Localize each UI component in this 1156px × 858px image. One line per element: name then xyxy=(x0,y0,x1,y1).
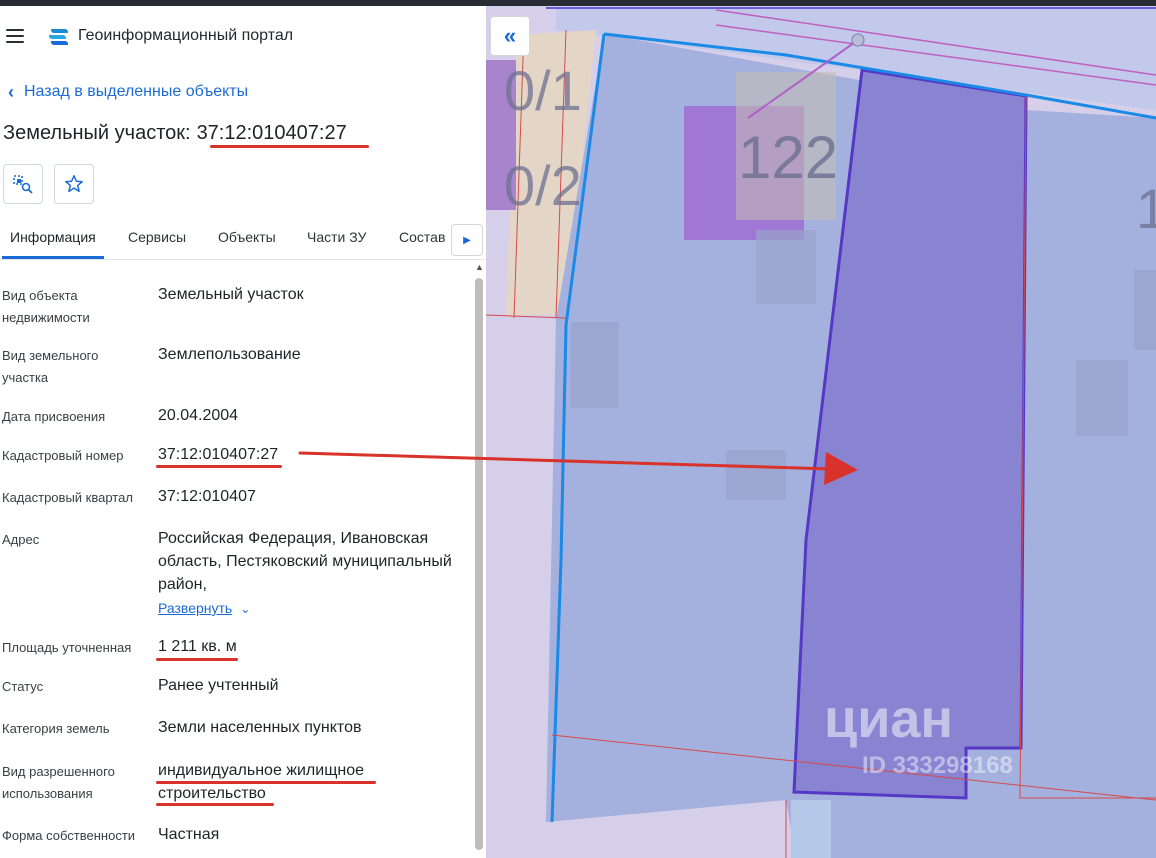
double-chevron-left-icon: « xyxy=(503,23,517,48)
field-value: 1 211 кв. м xyxy=(158,638,237,655)
select-zoom-icon xyxy=(13,175,33,194)
parcel-label: 1 xyxy=(1136,177,1156,240)
tabs-next-button[interactable]: ▶ xyxy=(451,224,483,256)
tab-composition[interactable]: Состав xyxy=(399,229,445,245)
info-sidebar: Геоинформационный портал ‹ Назад в выдел… xyxy=(0,0,486,858)
star-icon xyxy=(65,175,83,193)
field-label: Вид разрешенного использования xyxy=(2,764,115,801)
expand-link-label: Развернуть xyxy=(158,600,233,616)
annotation-underline xyxy=(156,781,376,784)
parcel-label: 122 xyxy=(738,124,838,191)
field-value: 37:12:010407:27 xyxy=(158,446,279,463)
field-value: Частная xyxy=(158,826,220,843)
portal-logo-icon xyxy=(49,29,68,45)
cadastral-map[interactable]: 0/1 0/2 122 1 « циан ID 333298168 xyxy=(486,0,1156,858)
object-type: Земельный участок: xyxy=(3,122,191,144)
back-link-label: Назад в выделенные объекты xyxy=(24,83,249,100)
tab-objects[interactable]: Объекты xyxy=(218,229,276,245)
expand-link[interactable]: Развернуть ⌄ xyxy=(158,600,250,618)
address-value: Российская Федерация, Ивановская область… xyxy=(158,530,452,593)
favorite-button[interactable] xyxy=(54,164,94,204)
tab-info[interactable]: Информация xyxy=(10,229,96,245)
back-link[interactable]: ‹ Назад в выделенные объекты xyxy=(8,83,248,101)
field-label: Площадь уточненная xyxy=(2,640,132,655)
menu-icon[interactable] xyxy=(6,29,24,43)
locate-on-map-button[interactable] xyxy=(3,164,43,204)
field-label: Дата присвоения xyxy=(2,409,106,424)
annotation-underline xyxy=(156,465,282,468)
collapse-sidebar-button[interactable]: « xyxy=(490,16,530,56)
chevron-down-icon: ⌄ xyxy=(240,602,251,616)
field-label: Адрес xyxy=(2,532,40,547)
scrollbar[interactable]: ▲ xyxy=(474,262,484,854)
scroll-thumb[interactable] xyxy=(475,278,483,850)
field-value: 37:12:010407 xyxy=(158,488,256,505)
field-value: Земельный участок xyxy=(158,286,304,303)
map-canvas: 0/1 0/2 122 1 xyxy=(486,0,1156,858)
annotation-underline xyxy=(156,803,274,806)
watermark: циан xyxy=(824,689,954,749)
parcel-label: 0/1 xyxy=(504,59,582,122)
field-label: Вид объекта недвижимости xyxy=(2,288,90,325)
browser-bookmarks-bar xyxy=(0,0,1156,6)
field-label: Кадастровый номер xyxy=(2,448,124,463)
portal-title: Геоинформационный портал xyxy=(78,27,294,44)
caret-right-icon: ▶ xyxy=(463,234,471,246)
field-label: Форма собственности xyxy=(2,828,136,843)
field-label: Вид земельного участка xyxy=(2,348,99,385)
parcel-label: 0/2 xyxy=(504,154,582,217)
field-value: Ранее учтенный xyxy=(158,677,279,694)
annotation-underline xyxy=(210,145,369,148)
field-value: 20.04.2004 xyxy=(158,407,239,424)
field-label: Кадастровый квартал xyxy=(2,490,133,505)
object-number: 37:12:010407:27 xyxy=(196,122,347,144)
field-value: Землепользование xyxy=(158,346,301,363)
chevron-left-icon: ‹ xyxy=(8,82,14,102)
active-tab-indicator xyxy=(2,256,104,259)
tab-bar: Информация Сервисы Объекты Части ЗУ Сост… xyxy=(0,222,486,260)
tab-parts[interactable]: Части ЗУ xyxy=(307,229,366,245)
scroll-up-icon[interactable]: ▲ xyxy=(475,262,484,272)
field-label: Категория земель xyxy=(2,721,110,736)
field-label: Статус xyxy=(2,679,44,694)
object-title: Земельный участок: 37:12:010407:27 xyxy=(3,122,347,145)
field-value: Земли населенных пунктов xyxy=(158,719,362,736)
annotation-underline xyxy=(156,658,238,661)
watermark-id: ID 333298168 xyxy=(862,752,1013,779)
tab-services[interactable]: Сервисы xyxy=(128,229,186,245)
